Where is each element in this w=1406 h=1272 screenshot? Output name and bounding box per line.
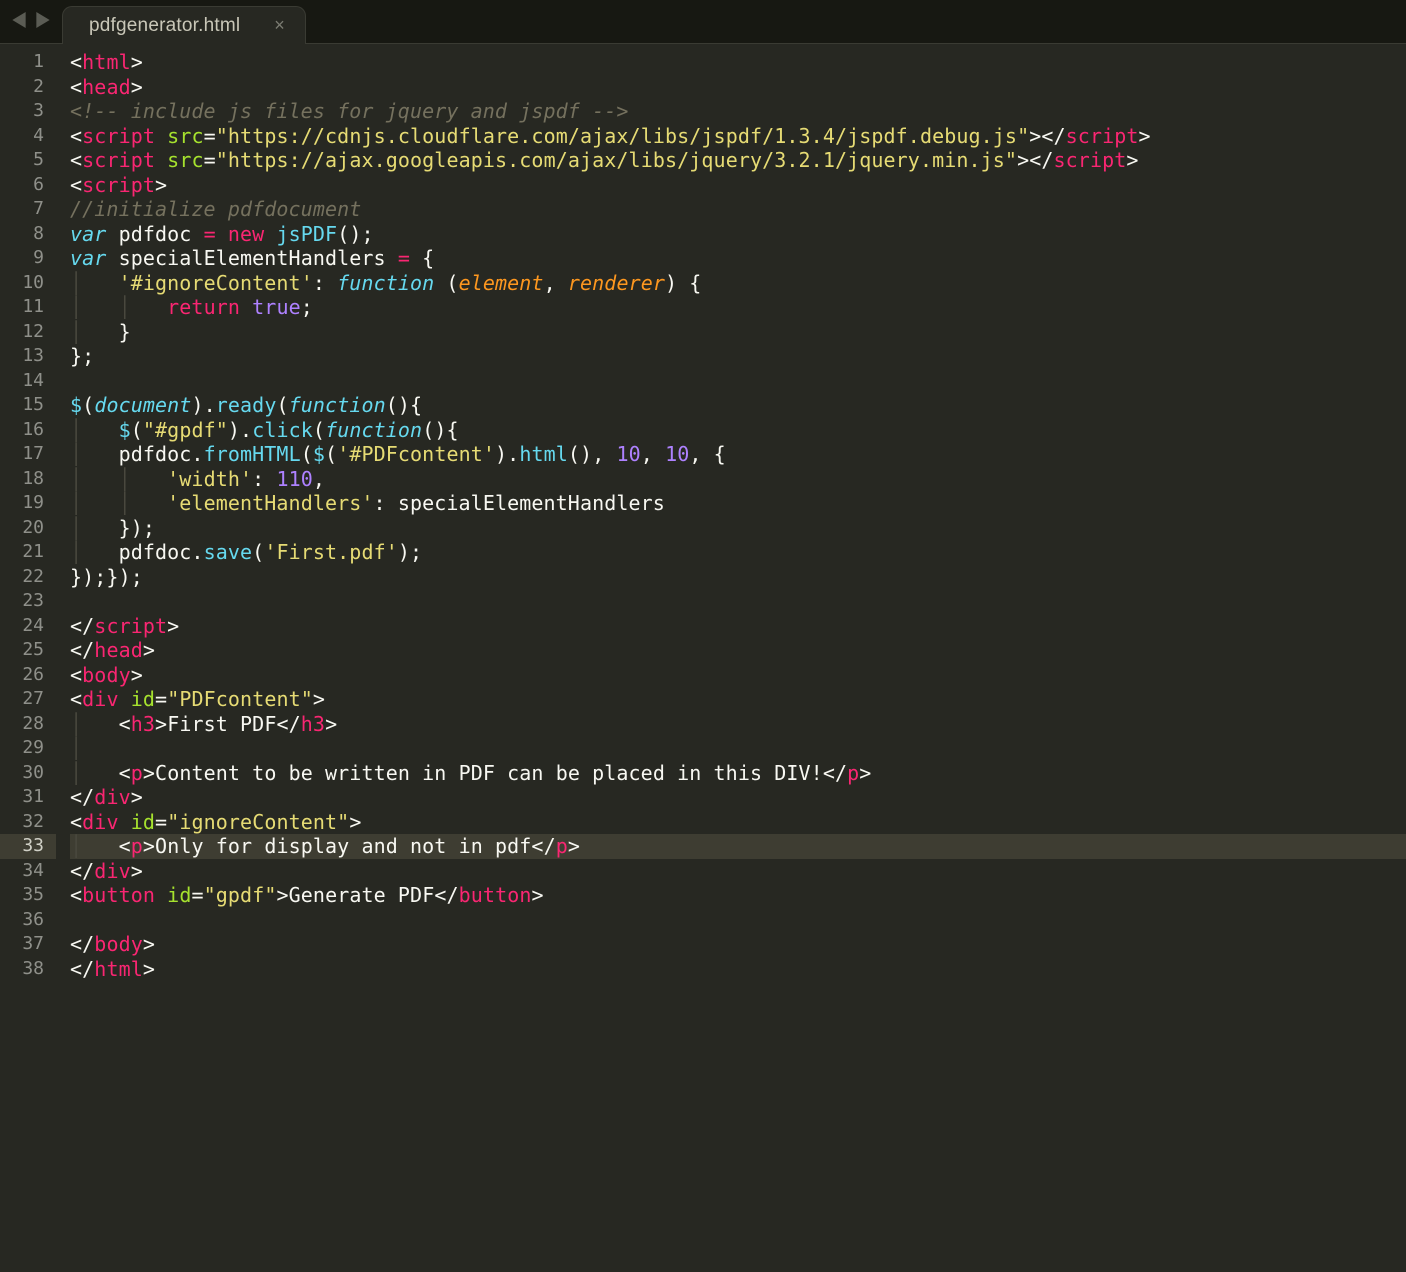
line-number: 9 [0,246,56,271]
code-line[interactable]: $(document).ready(function(){ [70,393,1406,418]
line-number: 23 [0,589,56,614]
line-number: 25 [0,638,56,663]
line-number: 26 [0,663,56,688]
line-number: 28 [0,712,56,737]
code-line[interactable]: │ │ 'width': 110, [70,467,1406,492]
code-line[interactable]: │ pdfdoc.save('First.pdf'); [70,540,1406,565]
line-number: 31 [0,785,56,810]
code-line[interactable] [70,369,1406,394]
nav-arrows [0,0,62,43]
nav-back-icon[interactable] [12,12,26,28]
code-line[interactable] [70,589,1406,614]
line-number: 11 [0,295,56,320]
code-line[interactable]: │ pdfdoc.fromHTML($('#PDFcontent').html(… [70,442,1406,467]
code-line[interactable]: │ }); [70,516,1406,541]
tab-active[interactable]: pdfgenerator.html × [62,6,306,44]
code-line[interactable]: <script src="https://cdnjs.cloudflare.co… [70,124,1406,149]
editor[interactable]: 1234567891011121314151617181920212223242… [0,44,1406,1272]
tab-title: pdfgenerator.html [89,15,240,37]
code-line[interactable]: <div id="PDFcontent"> [70,687,1406,712]
line-number: 22 [0,565,56,590]
code-line[interactable]: <body> [70,663,1406,688]
code-line[interactable]: </head> [70,638,1406,663]
code-line[interactable]: </html> [70,957,1406,982]
code-line[interactable]: });}); [70,565,1406,590]
code-line[interactable]: <script src="https://ajax.googleapis.com… [70,148,1406,173]
line-number: 30 [0,761,56,786]
line-number: 19 [0,491,56,516]
line-number: 16 [0,418,56,443]
line-number: 15 [0,393,56,418]
line-number: 38 [0,957,56,982]
line-number: 37 [0,932,56,957]
code-line[interactable]: <html> [70,50,1406,75]
line-number: 1 [0,50,56,75]
line-number: 21 [0,540,56,565]
tab-bar: pdfgenerator.html × [0,0,1406,44]
code-line[interactable]: </div> [70,859,1406,884]
code-line[interactable]: var pdfdoc = new jsPDF(); [70,222,1406,247]
line-number: 6 [0,173,56,198]
code-line[interactable]: │ │ 'elementHandlers': specialElementHan… [70,491,1406,516]
code-line[interactable]: │ [70,736,1406,761]
line-number: 27 [0,687,56,712]
line-number: 36 [0,908,56,933]
code-line[interactable]: <button id="gpdf">Generate PDF</button> [70,883,1406,908]
line-number: 12 [0,320,56,345]
line-number: 4 [0,124,56,149]
code-line[interactable]: //initialize pdfdocument [70,197,1406,222]
line-number: 13 [0,344,56,369]
code-area[interactable]: <html><head><!-- include js files for jq… [56,44,1406,1272]
code-line[interactable]: │ <p>Only for display and not in pdf</p> [70,834,1406,859]
code-line[interactable]: │ $("#gpdf").click(function(){ [70,418,1406,443]
code-line[interactable] [70,908,1406,933]
code-line[interactable]: var specialElementHandlers = { [70,246,1406,271]
code-line[interactable]: │ '#ignoreContent': function (element, r… [70,271,1406,296]
line-number: 14 [0,369,56,394]
code-line[interactable]: │ │ return true; [70,295,1406,320]
line-number: 35 [0,883,56,908]
line-number: 17 [0,442,56,467]
line-number: 24 [0,614,56,639]
code-line[interactable]: │ <p>Content to be written in PDF can be… [70,761,1406,786]
code-line[interactable]: <!-- include js files for jquery and jsp… [70,99,1406,124]
nav-forward-icon[interactable] [36,12,50,28]
line-number: 10 [0,271,56,296]
code-line[interactable]: </script> [70,614,1406,639]
code-line[interactable]: │ <h3>First PDF</h3> [70,712,1406,737]
code-line[interactable]: <script> [70,173,1406,198]
line-number: 5 [0,148,56,173]
line-number: 3 [0,99,56,124]
code-line[interactable]: <div id="ignoreContent"> [70,810,1406,835]
line-number: 29 [0,736,56,761]
code-line[interactable]: </body> [70,932,1406,957]
line-number: 32 [0,810,56,835]
line-number: 20 [0,516,56,541]
code-line[interactable]: │ } [70,320,1406,345]
line-number: 34 [0,859,56,884]
code-line[interactable]: <head> [70,75,1406,100]
line-number: 33 [0,834,56,859]
line-number-gutter: 1234567891011121314151617181920212223242… [0,44,56,1272]
code-line[interactable]: </div> [70,785,1406,810]
tab-close-icon[interactable]: × [274,15,285,36]
line-number: 7 [0,197,56,222]
line-number: 18 [0,467,56,492]
code-line[interactable]: }; [70,344,1406,369]
line-number: 2 [0,75,56,100]
line-number: 8 [0,222,56,247]
